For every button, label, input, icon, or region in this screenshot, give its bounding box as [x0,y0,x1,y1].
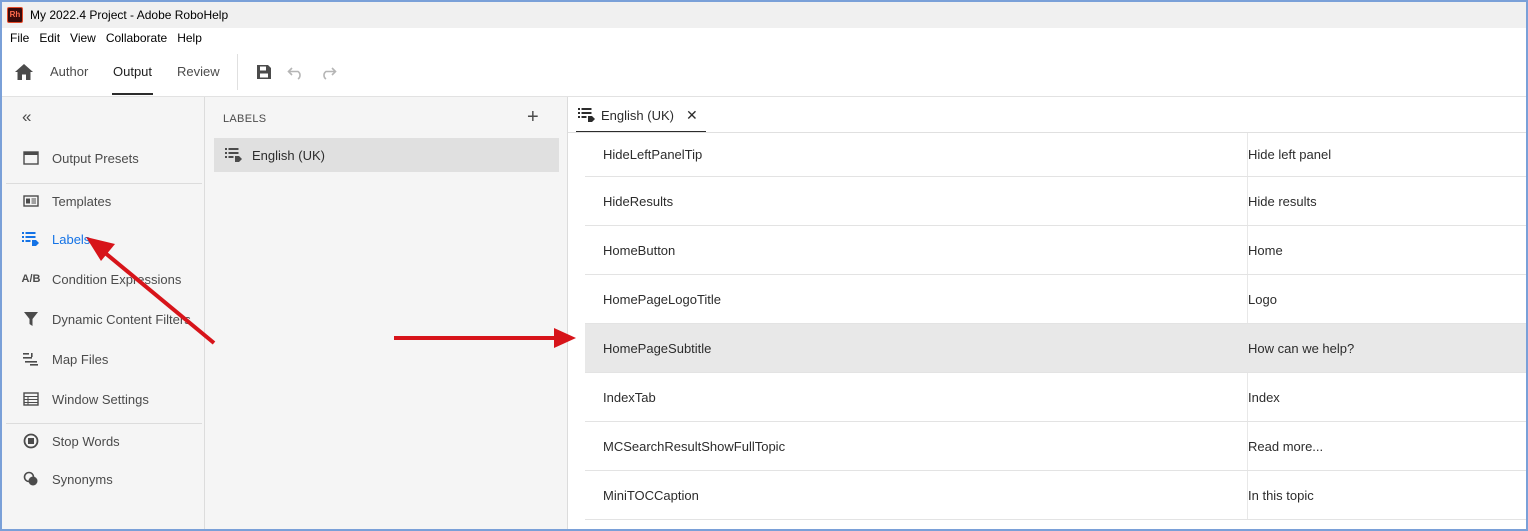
robohelp-logo-icon: Rh [7,7,23,23]
label-key: HomePageSubtitle [603,340,712,356]
title-bar: Rh My 2022.4 Project - Adobe RoboHelp [2,2,1526,28]
labels-icon [225,147,243,163]
sidebar-item-dynamic-content-filters[interactable]: Dynamic Content Filters [2,304,204,334]
close-tab-icon[interactable]: ✕ [686,107,698,124]
table-row[interactable]: HomePageSubtitle How can we help? [585,324,1526,373]
sidebar-divider [6,183,202,184]
label-editor: English (UK) ✕ HideLeftPanelTip Hide lef… [568,97,1526,529]
label-value: Index [1248,389,1280,405]
label-key: MCSearchResultShowFullTopic [603,438,786,454]
table-row[interactable]: HideResults Hide results [585,177,1526,226]
label-value: Read more... [1248,438,1324,454]
output-sidebar: « Output Presets Templates Labels A/B Co… [2,97,205,529]
toolbar-divider [237,54,238,90]
table-row[interactable]: HideLeftPanelTip Hide left panel [585,133,1526,177]
labels-icon [22,230,40,248]
label-key: HomeButton [603,242,676,258]
label-value-field[interactable]: Hide results [1247,177,1526,225]
menu-bar: File Edit View Collaborate Help [2,28,1526,48]
app-window: Rh My 2022.4 Project - Adobe RoboHelp Fi… [0,0,1528,531]
label-key: HideLeftPanelTip [603,147,703,162]
home-icon[interactable] [14,63,34,81]
sidebar-item-label: Condition Expressions [52,271,182,287]
save-icon[interactable] [255,64,273,80]
menu-file[interactable]: File [10,31,29,45]
label-key: HomePageLogoTitle [603,291,722,307]
sidebar-item-synonyms[interactable]: Synonyms [2,464,204,494]
label-set-name: English (UK) [252,147,325,163]
label-value-field[interactable]: Read more... [1247,422,1526,470]
synonyms-icon [22,470,40,488]
document-tab[interactable]: English (UK) ✕ [576,99,706,133]
sidebar-item-label: Window Settings [52,391,149,407]
redo-icon[interactable] [319,64,337,80]
sidebar-item-condition-expressions[interactable]: A/B Condition Expressions [2,264,204,294]
condition-expressions-icon: A/B [21,273,41,285]
tab-review[interactable]: Review [177,64,220,79]
label-key: IndexTab [603,389,656,405]
label-value-field[interactable]: In this topic [1247,471,1526,519]
label-value-field[interactable]: Home [1247,226,1526,274]
window-settings-icon [22,390,40,408]
table-row[interactable]: IndexTab Index [585,373,1526,422]
label-value: Logo [1248,291,1277,307]
sidebar-item-label: Dynamic Content Filters [52,311,191,327]
sidebar-item-label: Output Presets [52,150,139,166]
label-value-field[interactable]: Logo [1247,275,1526,323]
menu-collaborate[interactable]: Collaborate [106,31,167,45]
table-row[interactable]: MCSearchResultShowFullTopic Read more... [585,422,1526,471]
tab-output[interactable]: Output [113,64,152,79]
table-row[interactable]: MiniTOCCaption In this topic [585,471,1526,520]
sidebar-item-labels[interactable]: Labels [2,224,204,254]
labels-panel-header: LABELS [223,113,267,125]
label-key: MiniTOCCaption [603,487,699,503]
label-value: Home [1248,242,1283,258]
menu-edit[interactable]: Edit [39,31,60,45]
filter-icon [22,310,40,328]
undo-icon[interactable] [287,64,305,80]
labels-panel: LABELS + English (UK) [205,97,568,529]
menu-view[interactable]: View [70,31,96,45]
sidebar-divider [6,423,202,424]
sidebar-item-label: Synonyms [52,471,113,487]
sidebar-item-map-files[interactable]: Map Files [2,344,204,374]
label-value-field[interactable]: Index [1247,373,1526,421]
add-label-set-icon[interactable]: + [527,106,539,129]
main-toolbar: Author Output Review [2,48,1526,97]
output-presets-icon [22,149,40,167]
active-tab-indicator [112,93,153,95]
sidebar-item-templates[interactable]: Templates [2,186,204,216]
tab-author[interactable]: Author [50,64,88,79]
collapse-panel-icon[interactable]: « [22,107,31,127]
sidebar-item-label: Map Files [52,351,109,367]
sidebar-item-stop-words[interactable]: Stop Words [2,426,204,456]
sidebar-item-label: Labels [52,231,91,247]
sidebar-item-output-presets[interactable]: Output Presets [2,143,204,173]
stop-words-icon [22,432,40,450]
label-key: HideResults [603,193,674,209]
table-row[interactable]: HomePageLogoTitle Logo [585,275,1526,324]
label-value: Hide left panel [1248,147,1332,162]
label-value-field[interactable]: How can we help? [1247,324,1526,372]
label-value: How can we help? [1248,340,1355,356]
labels-table: HideLeftPanelTip Hide left panel HideRes… [585,133,1526,520]
sidebar-item-label: Templates [52,193,112,209]
label-value-field[interactable]: Hide left panel [1247,133,1526,176]
label-set-item[interactable]: English (UK) [214,138,559,172]
label-value: In this topic [1248,487,1314,503]
sidebar-item-window-settings[interactable]: Window Settings [2,384,204,414]
map-files-icon [22,350,40,368]
document-tab-label: English (UK) [601,107,674,123]
table-row[interactable]: HomeButton Home [585,226,1526,275]
sidebar-item-label: Stop Words [52,433,120,449]
menu-help[interactable]: Help [177,31,202,45]
window-title: My 2022.4 Project - Adobe RoboHelp [30,8,229,22]
label-value: Hide results [1248,193,1317,209]
templates-icon [22,192,40,210]
labels-icon [578,107,596,123]
